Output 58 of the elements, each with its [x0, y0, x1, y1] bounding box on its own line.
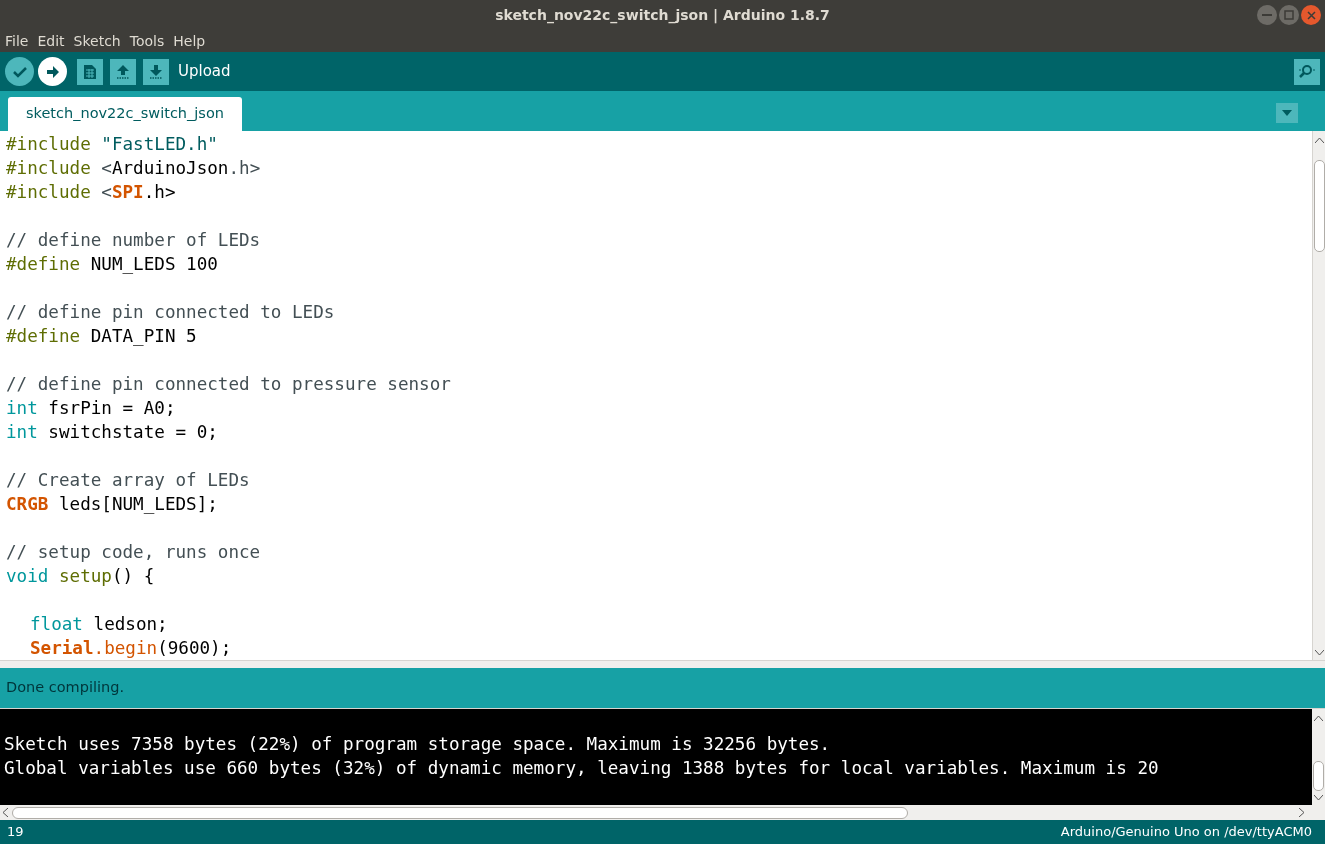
menu-item[interactable]: Tools [129, 30, 165, 52]
scroll-up-icon [1314, 715, 1323, 721]
code-line: // setup code, runs once [6, 541, 261, 564]
line-number: 19 [7, 823, 24, 842]
scroll-down-icon [1314, 650, 1324, 656]
console-line: Global variables use 660 bytes (32%) of dynamic memory, leaving 1388 bytes for local variables. Maximum is 20 [4, 757, 1159, 780]
code-line: #include "FastLED.h" [6, 133, 218, 156]
new-button[interactable] [77, 58, 103, 85]
minimize-button[interactable] [1257, 5, 1277, 25]
document-icon [83, 63, 97, 80]
menu-item[interactable]: Sketch [73, 30, 121, 52]
menu-item[interactable]: Edit [37, 30, 65, 52]
code-line: #include <SPI.h> [6, 181, 176, 204]
board-port-label: Arduino/Genuino Uno on /dev/ttyACM0 [1060, 823, 1312, 842]
scroll-right-icon [1299, 808, 1305, 817]
status-message: Done compiling. [6, 678, 125, 698]
code-line: #define DATA_PIN 5 [6, 325, 197, 348]
minimize-icon [1262, 14, 1272, 16]
scroll-up-icon [1314, 137, 1324, 143]
scrollbar-thumb[interactable] [1313, 160, 1325, 252]
code-line: Serial.begin(9600); [30, 637, 232, 660]
code-line: CRGB leds[NUM_LEDS]; [6, 493, 218, 516]
save-button[interactable] [143, 58, 169, 85]
toolbar-hint: Upload [178, 61, 231, 83]
scrollbar-thumb[interactable] [1313, 761, 1324, 791]
code-line: int switchstate = 0; [6, 421, 218, 444]
scroll-down-icon [1314, 795, 1323, 801]
arrow-right-icon [45, 64, 60, 79]
maximize-button[interactable] [1279, 5, 1299, 25]
scroll-left-icon [2, 808, 8, 817]
maximize-icon [1284, 10, 1294, 20]
vertical-scrollbar[interactable] [1312, 131, 1325, 660]
code-line: float ledson; [30, 613, 168, 636]
console-line: Sketch uses 7358 bytes (22%) of program storage space. Maximum is 32256 bytes. [4, 733, 831, 756]
close-button[interactable] [1301, 5, 1321, 25]
menu-item[interactable]: File [5, 30, 29, 52]
code-line: int fsrPin = A0; [6, 397, 176, 420]
code-line: void setup() { [6, 565, 155, 588]
serial-monitor-button[interactable] [1294, 58, 1320, 85]
verify-button[interactable] [5, 57, 34, 86]
arrow-down-icon [148, 63, 164, 80]
arrow-up-icon [115, 63, 131, 80]
menu-item[interactable]: Help [173, 30, 206, 52]
scrollbar-thumb[interactable] [12, 806, 908, 819]
upload-button[interactable] [38, 57, 67, 86]
code-line: // define pin connected to pressure sensor [6, 373, 451, 396]
close-icon [1306, 10, 1316, 20]
code-line: // define number of LEDs [6, 229, 261, 252]
open-button[interactable] [110, 58, 136, 85]
tab-menu-button[interactable] [1276, 103, 1298, 123]
editor-tab[interactable]: sketch_nov22c_switch_json [8, 97, 242, 131]
window-title: sketch_nov22c_switch_json | Arduino 1.8.7 [495, 5, 830, 26]
code-line: // define pin connected to LEDs [6, 301, 335, 324]
code-line: #define NUM_LEDS 100 [6, 253, 218, 276]
code-line: #include <ArduinoJson.h> [6, 157, 261, 180]
caret-down-icon [1282, 110, 1292, 116]
code-line: // Create array of LEDs [6, 469, 250, 492]
magnifier-icon [1298, 63, 1316, 80]
